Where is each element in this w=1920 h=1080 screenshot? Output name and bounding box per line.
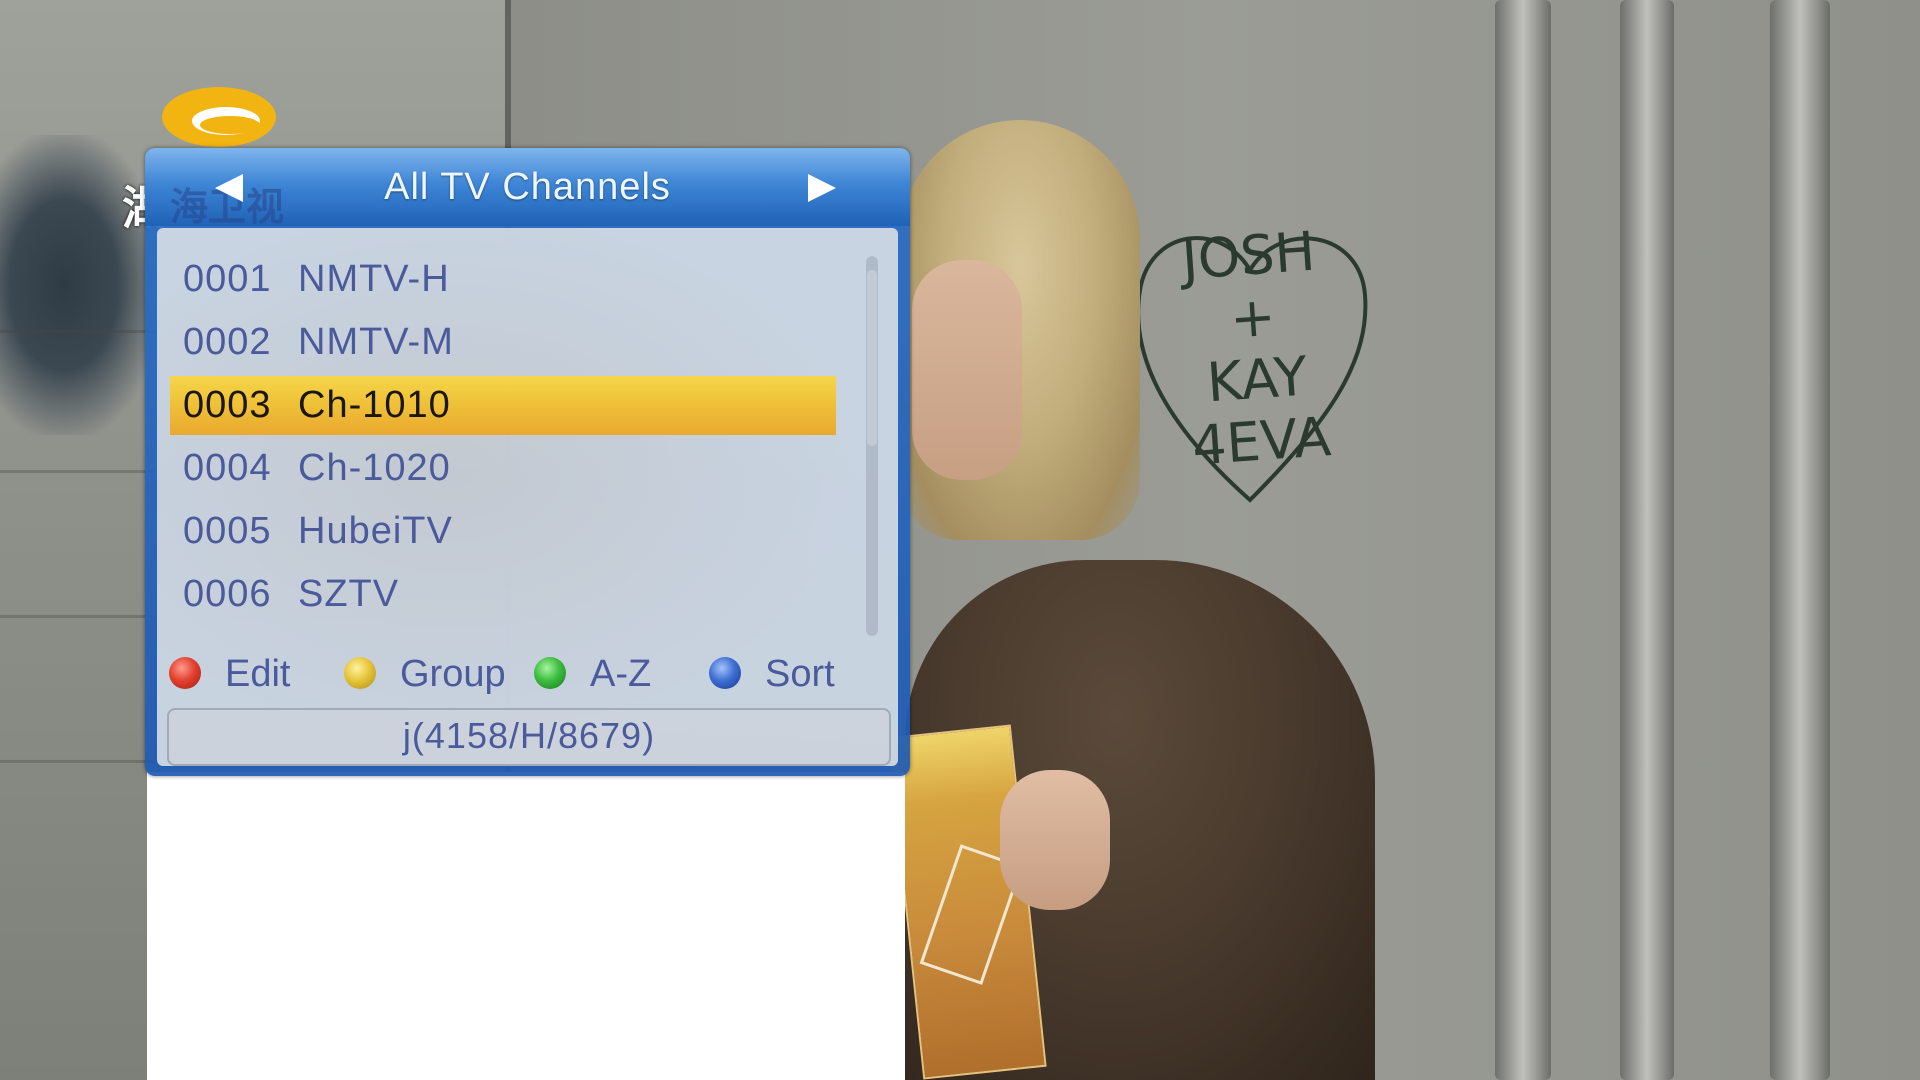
channel-row[interactable]: 0005 HubeiTV <box>157 500 898 563</box>
transponder-info: j(4158/H/8679) <box>167 708 891 766</box>
sort-label: Sort <box>765 653 835 695</box>
person-hand <box>1000 770 1110 910</box>
color-key-bar: Edit Group A-Z Sort <box>169 644 889 704</box>
graffiti-text: JOSH + KAY 4EVA <box>1179 219 1333 478</box>
a-z-label: A-Z <box>590 653 652 695</box>
red-key-icon <box>169 656 201 689</box>
channel-number: 0001 <box>183 258 272 300</box>
channel-list-scrollbar[interactable] <box>866 256 878 636</box>
channel-row[interactable]: 0002 NMTV-M <box>157 311 898 374</box>
channel-name: SZTV <box>298 573 400 615</box>
scrollbar-thumb[interactable] <box>867 270 877 446</box>
channel-number: 0002 <box>183 321 272 363</box>
wall-pipe <box>1620 0 1674 1080</box>
channel-name: NMTV-H <box>298 258 450 300</box>
wall-pipe <box>1495 0 1551 1080</box>
a-z-button[interactable]: A-Z <box>534 644 651 704</box>
channel-list-title: All TV Channels <box>384 166 671 208</box>
channel-logo-icon <box>162 87 276 147</box>
channel-number: 0005 <box>183 510 272 552</box>
next-group-arrow-icon[interactable] <box>800 168 844 208</box>
channel-row[interactable]: 0004 Ch-1020 <box>157 437 898 500</box>
channel-number: 0006 <box>183 573 272 615</box>
person-face <box>912 260 1022 480</box>
channel-row[interactable]: 0001 NMTV-H <box>157 248 898 311</box>
channel-name: Ch-1010 <box>298 384 451 426</box>
channel-row[interactable]: 0006 SZTV <box>157 563 898 626</box>
channel-list-body: 0001 NMTV-H 0002 NMTV-M 0003 Ch-1010 0004 Ch… <box>157 228 898 766</box>
channel-row-selected[interactable]: 0003 Ch-1010 <box>157 374 898 437</box>
channel-list-panel: 海卫视 All TV Channels 0001 NMTV-H 0002 NMTV-… <box>145 148 910 776</box>
group-label: Group <box>400 653 506 695</box>
channel-name: NMTV-M <box>298 321 454 363</box>
yellow-key-icon <box>344 656 376 689</box>
channel-name: Ch-1020 <box>298 447 451 489</box>
wall-pipe <box>1770 0 1830 1080</box>
edit-button[interactable]: Edit <box>169 644 290 704</box>
channel-number: 0003 <box>183 384 272 426</box>
green-key-icon <box>534 656 566 689</box>
sort-button[interactable]: Sort <box>709 644 835 704</box>
edit-label: Edit <box>225 653 291 695</box>
group-button[interactable]: Group <box>344 644 506 704</box>
channel-list: 0001 NMTV-H 0002 NMTV-M 0003 Ch-1010 0004 Ch… <box>157 248 898 626</box>
blank-area <box>147 772 905 1080</box>
channel-number: 0004 <box>183 447 272 489</box>
channel-list-header: 海卫视 All TV Channels <box>145 148 910 229</box>
blue-key-icon <box>709 656 741 689</box>
channel-name: HubeiTV <box>298 510 453 552</box>
